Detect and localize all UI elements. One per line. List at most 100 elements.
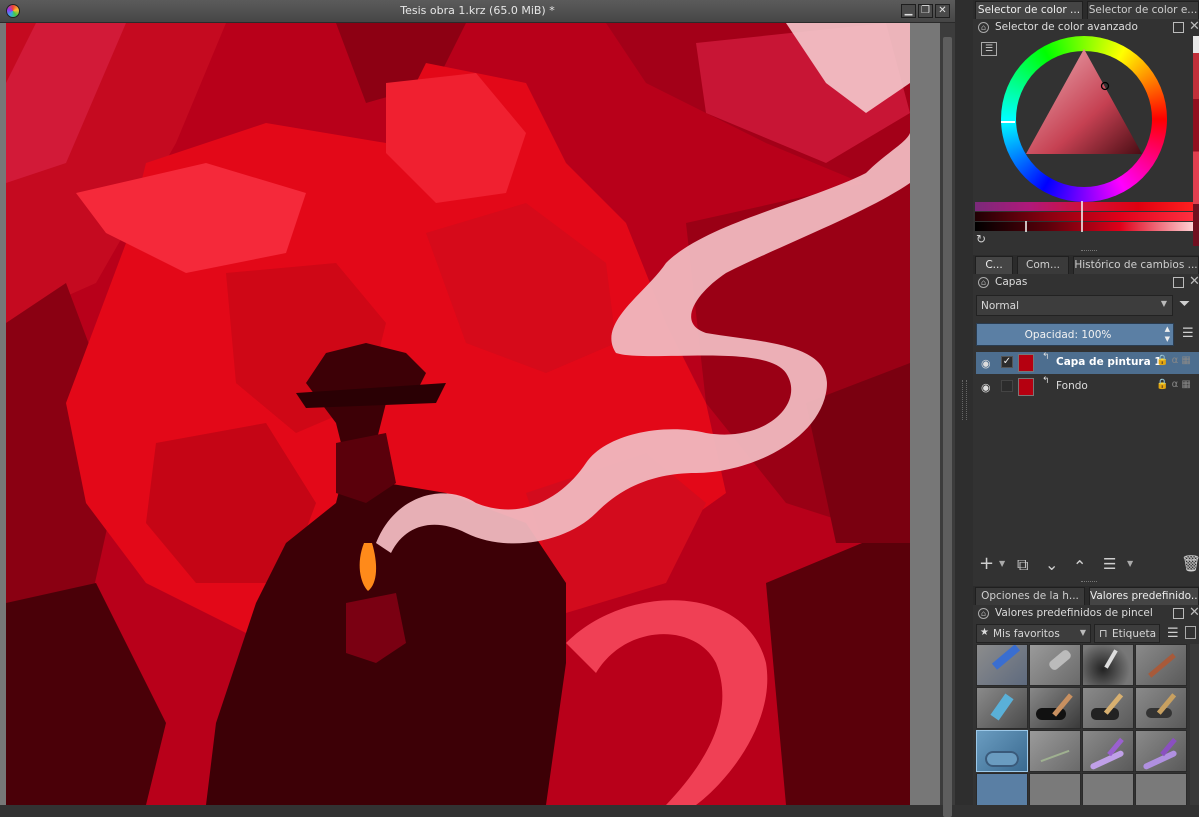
delete-layer-icon[interactable]: 🗑 bbox=[1181, 554, 1199, 573]
brush-preset-tile[interactable] bbox=[1029, 644, 1081, 686]
close-button[interactable]: ✕ bbox=[935, 4, 950, 18]
brush-preset-tile[interactable] bbox=[1082, 687, 1134, 729]
brush-preset-tile[interactable] bbox=[1082, 773, 1134, 805]
tab-tool-options[interactable]: Opciones de la h... bbox=[975, 587, 1085, 605]
filter-icon[interactable]: ⏷ bbox=[1179, 296, 1190, 312]
color-selector-header: ⌂ Selector de color avanzado ✕ bbox=[973, 19, 1199, 36]
tab-c[interactable]: C... bbox=[975, 256, 1013, 274]
close-docker-icon[interactable]: ✕ bbox=[1189, 19, 1199, 34]
bookmark-icon: ⊓ bbox=[1099, 627, 1108, 640]
brush-preset-tile[interactable] bbox=[1135, 644, 1187, 686]
tab-com[interactable]: Com... bbox=[1017, 256, 1069, 274]
tag-label: Etiqueta bbox=[1112, 628, 1156, 640]
right-docker-panel: Selector de color ... Selector de color … bbox=[973, 0, 1199, 805]
brush-preset-tile[interactable] bbox=[1135, 773, 1187, 805]
move-up-icon[interactable]: ⌃ bbox=[1073, 557, 1086, 576]
layer-lock-alpha-icons[interactable]: 🔒 α ▦ bbox=[1156, 355, 1191, 366]
document-window: Tesis obra 1.krz (65.0 MiB) * ▁ ❐ ✕ bbox=[0, 0, 955, 817]
brush-preset-tile[interactable] bbox=[1029, 730, 1081, 772]
close-docker-icon[interactable]: ✕ bbox=[1189, 274, 1199, 289]
scrollbar-thumb[interactable] bbox=[943, 37, 952, 817]
view-mode-icon[interactable] bbox=[1185, 626, 1196, 639]
duplicate-layer-icon[interactable]: ⧉ bbox=[1017, 555, 1028, 575]
brush-preset-tile[interactable] bbox=[1135, 687, 1187, 729]
docker-resize-grip[interactable] bbox=[1081, 250, 1097, 253]
hue-bar[interactable] bbox=[975, 202, 1193, 211]
favorites-value: Mis favoritos bbox=[993, 628, 1060, 640]
value-bar[interactable] bbox=[975, 222, 1193, 231]
lock-icon[interactable]: ⌂ bbox=[978, 22, 989, 33]
value-cursor bbox=[1025, 221, 1027, 232]
canvas-area[interactable] bbox=[0, 23, 940, 805]
opacity-label: Opacidad: 100% bbox=[1024, 329, 1112, 341]
brush-preset-grid bbox=[976, 644, 1199, 805]
add-layer-icon[interactable]: + bbox=[979, 553, 994, 574]
layer-name[interactable]: Fondo bbox=[1056, 380, 1088, 392]
brush-preset-tile[interactable] bbox=[1082, 730, 1134, 772]
saturation-bar[interactable] bbox=[975, 212, 1193, 221]
lock-icon[interactable]: ⌂ bbox=[978, 608, 989, 619]
move-down-icon[interactable]: ⌄ bbox=[1045, 555, 1058, 574]
painting-canvas[interactable] bbox=[6, 23, 910, 805]
layer-toolbar: + ▼ ⧉ ⌄ ⌃ ☰ ▼ 🗑 bbox=[973, 553, 1199, 577]
brush-preset-tile[interactable] bbox=[1135, 730, 1187, 772]
brush-preset-tile[interactable] bbox=[976, 773, 1028, 805]
chevron-down-icon: ▼ bbox=[1160, 299, 1167, 308]
close-docker-icon[interactable]: ✕ bbox=[1189, 605, 1199, 620]
brush-presets-header: ⌂ Valores predefinidos de pincel ✕ bbox=[973, 605, 1199, 622]
layer-name[interactable]: Capa de pintura 1 bbox=[1056, 356, 1162, 368]
dock-splitter[interactable] bbox=[955, 0, 973, 805]
tab-color-selector[interactable]: Selector de color ... bbox=[975, 1, 1083, 19]
docker-resize-grip[interactable] bbox=[1081, 581, 1097, 584]
eye-icon[interactable]: ◉ bbox=[981, 357, 991, 370]
tag-button[interactable]: ⊓ Etiqueta bbox=[1094, 624, 1160, 643]
tab-brush-presets[interactable]: Valores predefinido... bbox=[1089, 587, 1199, 605]
brush-presets-title: Valores predefinidos de pincel bbox=[995, 607, 1153, 619]
lock-icon[interactable]: ⌂ bbox=[978, 277, 989, 288]
float-docker-icon[interactable] bbox=[1173, 608, 1184, 619]
spin-arrows-icon[interactable]: ▲ ▼ bbox=[1165, 324, 1170, 344]
blend-mode-value: Normal bbox=[981, 300, 1019, 312]
float-docker-icon[interactable] bbox=[1173, 277, 1184, 288]
eye-icon[interactable]: ◉ bbox=[981, 381, 991, 394]
brush-grid-scrollbar[interactable] bbox=[1190, 644, 1199, 805]
brush-preset-tile[interactable] bbox=[976, 644, 1028, 686]
brush-preset-tile[interactable] bbox=[976, 730, 1028, 772]
layer-menu-icon[interactable]: ☰ bbox=[1182, 326, 1194, 341]
tab-history[interactable]: Histórico de cambios ... bbox=[1073, 256, 1199, 274]
minimize-button[interactable]: ▁ bbox=[901, 4, 916, 18]
vertical-scrollbar[interactable] bbox=[940, 23, 955, 817]
layer-select-checkbox[interactable]: ✓ bbox=[1001, 356, 1013, 368]
layers-title: Capas bbox=[995, 276, 1028, 288]
color-wheel[interactable] bbox=[1001, 36, 1167, 202]
tab-color-selector-extended[interactable]: Selector de color e... bbox=[1087, 1, 1199, 19]
brush-preset-tile[interactable] bbox=[1029, 773, 1081, 805]
document-titlebar[interactable]: Tesis obra 1.krz (65.0 MiB) * ▁ ❐ ✕ bbox=[0, 0, 955, 23]
layer-row[interactable]: ◉ ↰ Fondo 🔒 α ▦ bbox=[976, 376, 1199, 398]
favorites-select[interactable]: ★ Mis favoritos ▼ bbox=[976, 624, 1091, 643]
splitter-grip-icon bbox=[962, 380, 967, 420]
layers-header: ⌂ Capas ✕ bbox=[973, 274, 1199, 291]
refresh-icon[interactable]: ↻ bbox=[976, 232, 986, 246]
blend-mode-select[interactable]: Normal ▼ bbox=[976, 295, 1173, 316]
chevron-down-icon: ▼ bbox=[1079, 628, 1086, 637]
bar-cursor bbox=[1081, 201, 1083, 232]
opacity-slider[interactable]: Opacidad: 100% ▲ ▼ bbox=[976, 323, 1174, 346]
brush-preset-tile[interactable] bbox=[976, 687, 1028, 729]
brush-preset-tile[interactable] bbox=[1082, 644, 1134, 686]
chevron-down-icon[interactable]: ▼ bbox=[1127, 559, 1133, 568]
brush-menu-icon[interactable]: ☰ bbox=[1167, 626, 1179, 641]
layer-select-checkbox[interactable] bbox=[1001, 380, 1013, 392]
chevron-down-icon[interactable]: ▼ bbox=[999, 559, 1005, 568]
palette-strip[interactable] bbox=[1193, 36, 1199, 246]
layer-properties-icon[interactable]: ☰ bbox=[1103, 555, 1116, 573]
brush-preset-tile[interactable] bbox=[1029, 687, 1081, 729]
layers-docker-tabbar: C... Com... Histórico de cambios ... bbox=[973, 255, 1199, 274]
layer-row[interactable]: ◉ ✓ ↰ Capa de pintura 1 🔒 α ▦ bbox=[976, 352, 1199, 374]
selector-settings-icon[interactable]: ☰ bbox=[981, 42, 997, 56]
layer-lock-alpha-icons[interactable]: 🔒 α ▦ bbox=[1156, 379, 1191, 390]
paint-layer-icon: ↰ bbox=[1042, 376, 1050, 386]
float-docker-icon[interactable] bbox=[1173, 22, 1184, 33]
restore-button[interactable]: ❐ bbox=[918, 4, 933, 18]
document-title: Tesis obra 1.krz (65.0 MiB) * bbox=[400, 4, 555, 17]
